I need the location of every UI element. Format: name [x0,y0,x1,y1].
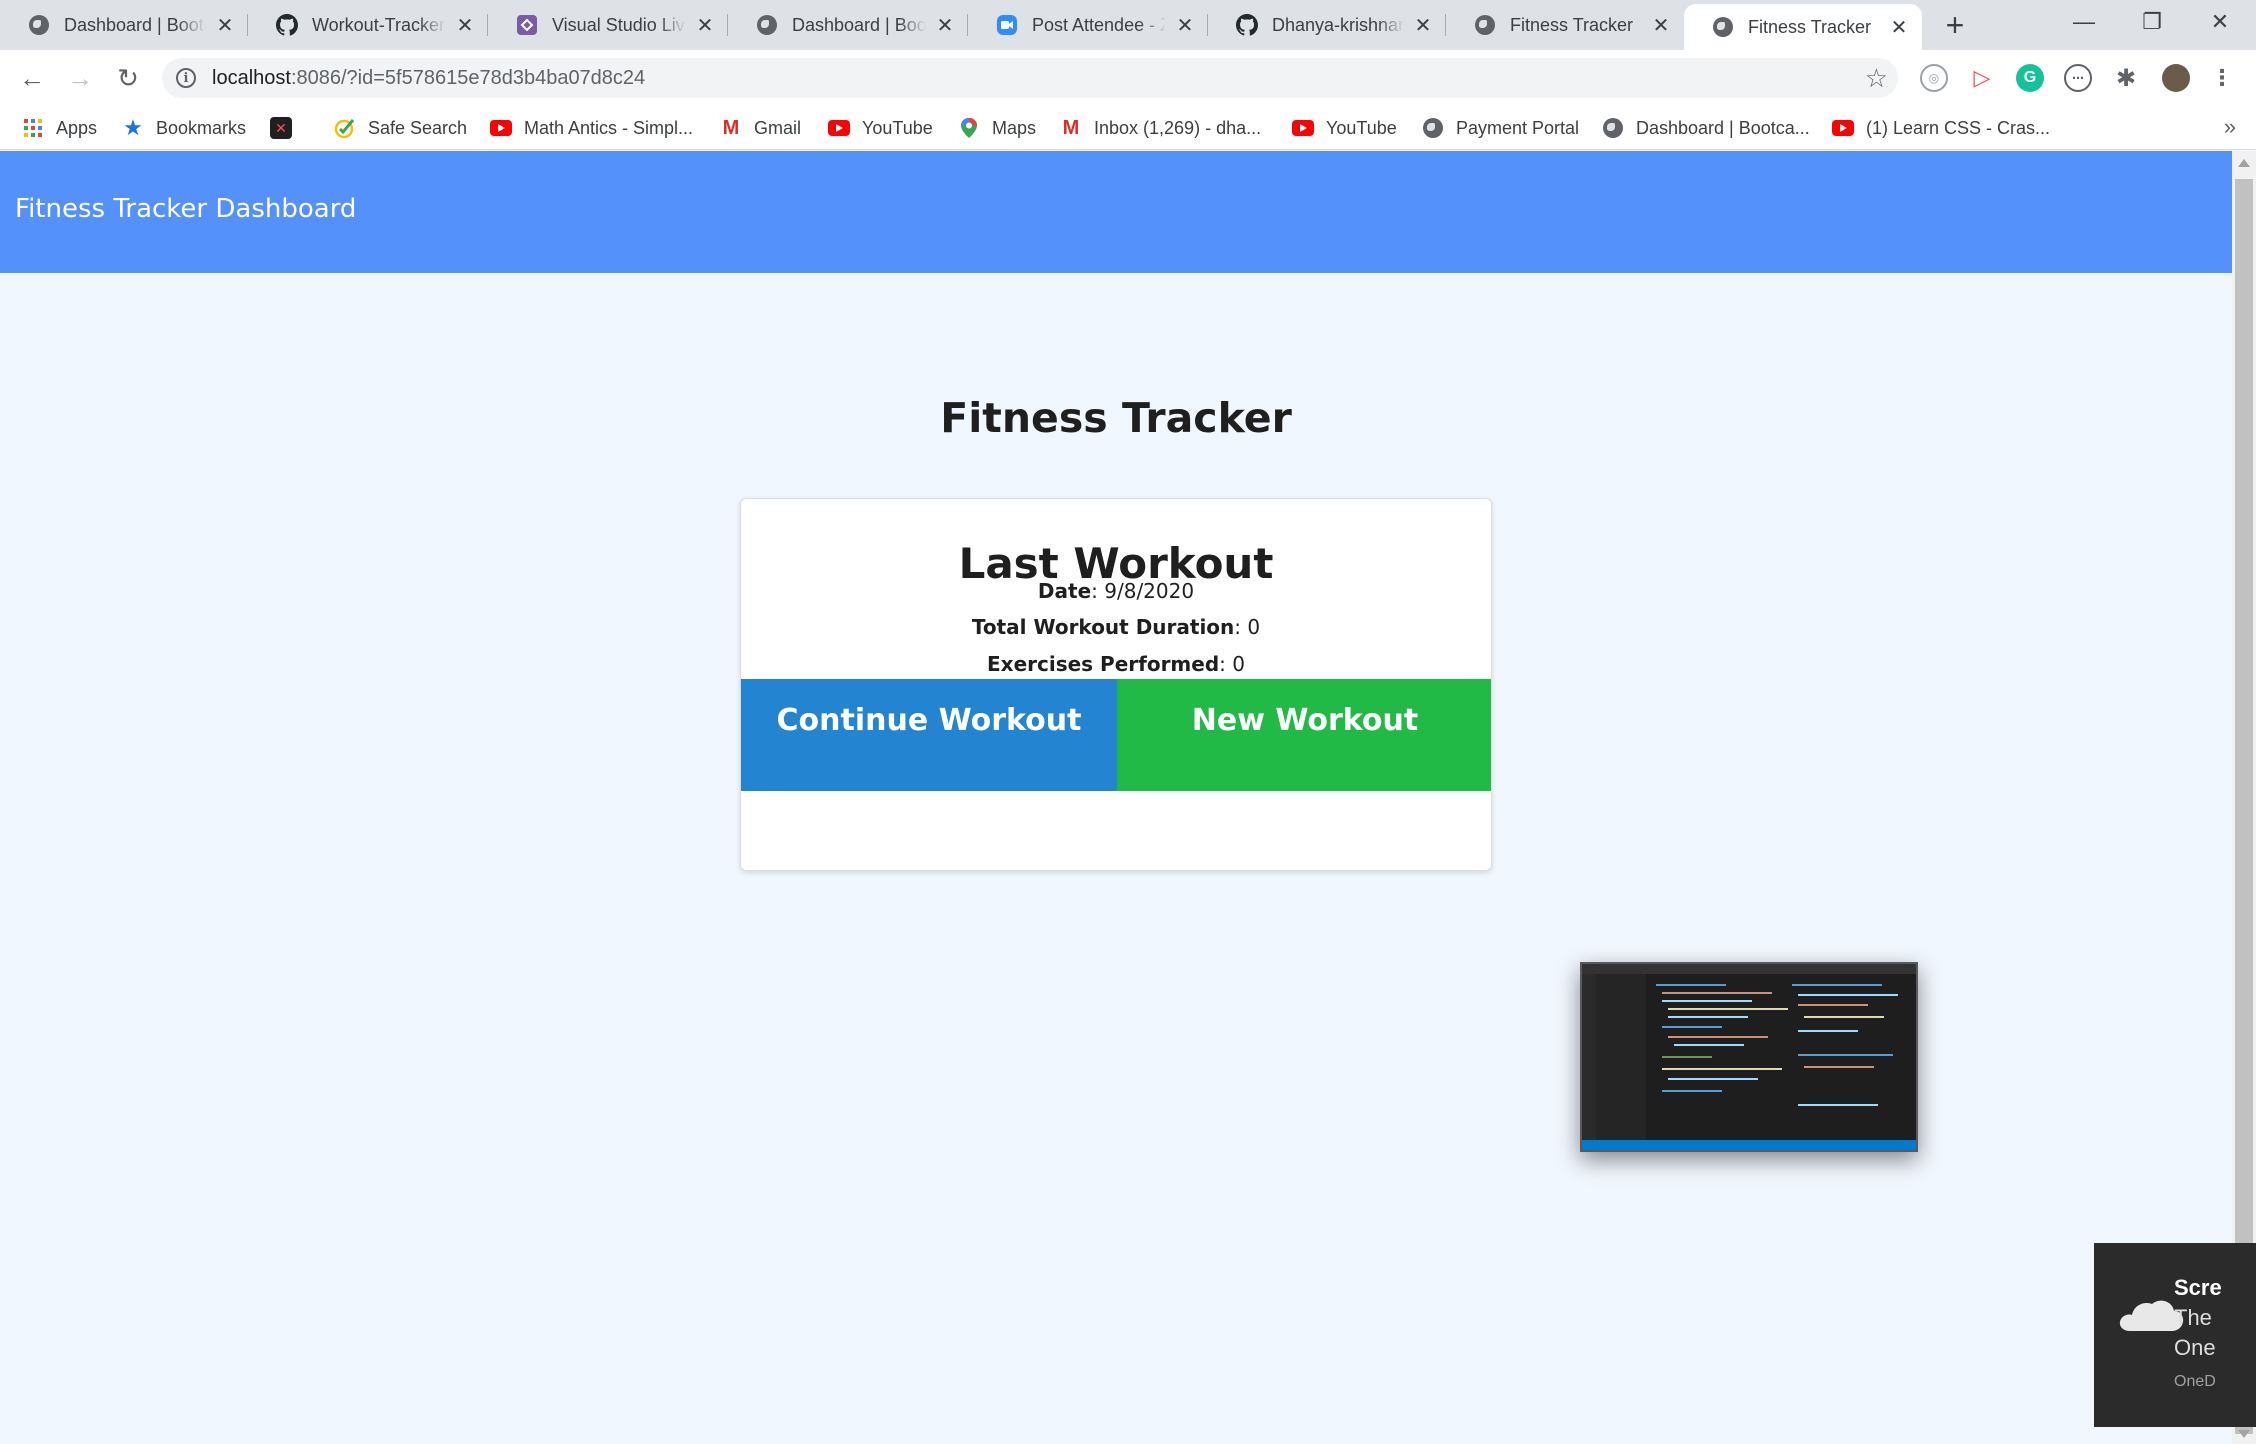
scroll-up-arrow-icon[interactable] [2238,159,2250,167]
close-tab-icon[interactable]: ✕ [692,12,718,38]
toast-text: The [2174,1305,2212,1330]
globe-icon [1422,117,1444,139]
avatar[interactable] [2162,64,2190,92]
grammarly-icon[interactable]: G [2016,64,2044,92]
workout-date: Date: 9/8/2020 [1037,579,1195,603]
tab-title: Visual Studio Live Share [552,14,686,35]
bookmark-star-icon[interactable]: ☆ [1865,63,1888,94]
close-tab-icon[interactable]: ✕ [1172,12,1198,38]
continue-workout-button[interactable]: Continue Workout [741,679,1117,791]
bookmarks-bar: Apps ★ Bookmarks ✕ Safe Search Math Anti… [0,106,2256,150]
browser-tab-active[interactable]: Fitness Tracker ✕ [1684,4,1922,50]
url-text[interactable]: localhost:8086/?id=5f578615e78d3b4ba07d8… [212,67,645,90]
bookmark-learn-css[interactable]: (1) Learn CSS - Cras... [1832,114,2050,142]
back-button[interactable]: ← [14,60,50,96]
globe-icon [28,14,50,36]
bookmark-payment-portal[interactable]: Payment Portal [1422,114,1579,142]
page-title: Fitness Tracker [940,394,1292,442]
globe-icon [1602,117,1624,139]
browser-toolbar: ← → ↻ i localhost:8086/?id=5f578615e78d3… [0,50,2256,106]
page-viewport: Fitness Tracker Dashboard Fitness Tracke… [0,151,2232,1444]
youtube-icon [1292,117,1314,139]
close-tab-icon[interactable]: ✕ [1648,12,1674,38]
address-bar[interactable]: i localhost:8086/?id=5f578615e78d3b4ba07… [162,58,1898,98]
extension-icon[interactable]: ◎ [1920,64,1948,92]
workout-duration: Total Workout Duration: 0 [971,615,1261,639]
zoom-icon [996,14,1018,36]
tab-title: Dhanya-krishnan2 [1272,14,1404,35]
site-info-icon[interactable]: i [176,68,196,88]
scroll-down-arrow-icon[interactable] [2238,1430,2250,1438]
exercises-performed: Exercises Performed: 0 [987,652,1245,676]
close-tab-icon[interactable]: ✕ [932,12,958,38]
browser-tab-strip: Dashboard | Bootcamp ✕ Workout-Tracker/ … [0,0,2256,50]
bookmark-maps[interactable]: Maps [958,114,1036,142]
apps-grid-icon [22,117,44,139]
bookmark-app-logo[interactable]: ✕ [270,114,304,142]
app-navbar: Fitness Tracker Dashboard [0,151,2232,273]
globe-icon [756,14,778,36]
navbar-brand[interactable]: Fitness Tracker Dashboard [15,194,356,224]
bookmark-gmail[interactable]: M Gmail [720,114,801,142]
close-window-button[interactable]: ✕ [2186,0,2254,44]
browser-tab[interactable]: Post Attendee - Zoom ✕ [968,0,1208,50]
tab-title: Workout-Tracker/ [312,14,446,35]
forward-button[interactable]: → [62,60,98,96]
youtube-icon [1832,117,1854,139]
bookmark-dashboard[interactable]: Dashboard | Bootca... [1602,114,1810,142]
safe-search-icon [334,117,356,139]
more-bookmarks-button[interactable]: » [2224,114,2236,140]
browser-tab[interactable]: Fitness Tracker ✕ [1446,0,1684,50]
new-workout-button[interactable]: New Workout [1117,679,1491,791]
liveshare-icon [516,14,538,36]
gmail-icon: M [722,116,740,139]
bookmark-math-antics[interactable]: Math Antics - Simpl... [490,114,693,142]
github-icon [276,14,298,36]
bookmark-youtube[interactable]: YouTube [828,114,933,142]
puzzle-extensions-icon[interactable]: ✱ [2112,64,2140,92]
browser-tab[interactable]: Workout-Tracker/ ✕ [248,0,488,50]
github-icon [1236,14,1258,36]
globe-icon [1712,16,1734,38]
close-tab-icon[interactable]: ✕ [1410,12,1436,38]
maps-icon [958,117,980,139]
globe-icon [1474,14,1496,36]
bookmark-safe-search[interactable]: Safe Search [334,114,467,142]
youtube-icon [828,117,850,139]
toast-footer: OneD [2174,1373,2216,1390]
tab-title: Fitness Tracker [1510,14,1634,35]
app-logo-icon: ✕ [270,117,292,139]
extension-icon[interactable]: ⋯ [2064,64,2092,92]
close-tab-icon[interactable]: ✕ [452,12,478,38]
star-icon: ★ [123,115,143,140]
last-workout-card: Last Workout Date: 9/8/2020 Total Workou… [740,498,1492,871]
tab-title: Fitness Tracker [1748,16,1872,37]
close-tab-icon[interactable]: ✕ [1886,14,1912,40]
tab-title: Dashboard | Bootcamp [792,14,926,35]
browser-tab[interactable]: Dashboard | Bootcamp ✕ [0,0,248,50]
video-extension-icon[interactable]: ▷ [1968,64,1996,92]
bookmark-inbox[interactable]: M Inbox (1,269) - dha... [1060,114,1261,142]
reload-button[interactable]: ↻ [110,60,146,96]
youtube-icon [490,117,512,139]
close-tab-icon[interactable]: ✕ [212,12,238,38]
bookmark-bookmarks[interactable]: ★ Bookmarks [122,114,246,142]
restore-window-button[interactable]: ❐ [2118,0,2186,44]
browser-tab[interactable]: Dashboard | Bootcamp ✕ [728,0,968,50]
gmail-icon: M [1062,116,1080,139]
browser-tab[interactable]: Dhanya-krishnan2 ✕ [1208,0,1446,50]
bookmark-apps[interactable]: Apps [22,114,97,142]
toast-text: One [2174,1335,2216,1360]
minimize-window-button[interactable]: — [2050,0,2118,44]
onedrive-notification-toast[interactable]: Scre The One OneD [2094,1243,2256,1427]
toast-title: Scre [2174,1275,2222,1300]
tab-title: Post Attendee - Zoom [1032,14,1166,35]
bookmark-youtube-2[interactable]: YouTube [1292,114,1397,142]
tab-title: Dashboard | Bootcamp [64,14,206,35]
screenshot-preview-thumbnail[interactable] [1580,962,1918,1152]
menu-kebab-icon[interactable]: ⋮ [2208,64,2236,92]
new-tab-button[interactable]: + [1938,7,1972,43]
browser-tab[interactable]: Visual Studio Live Share ✕ [488,0,728,50]
